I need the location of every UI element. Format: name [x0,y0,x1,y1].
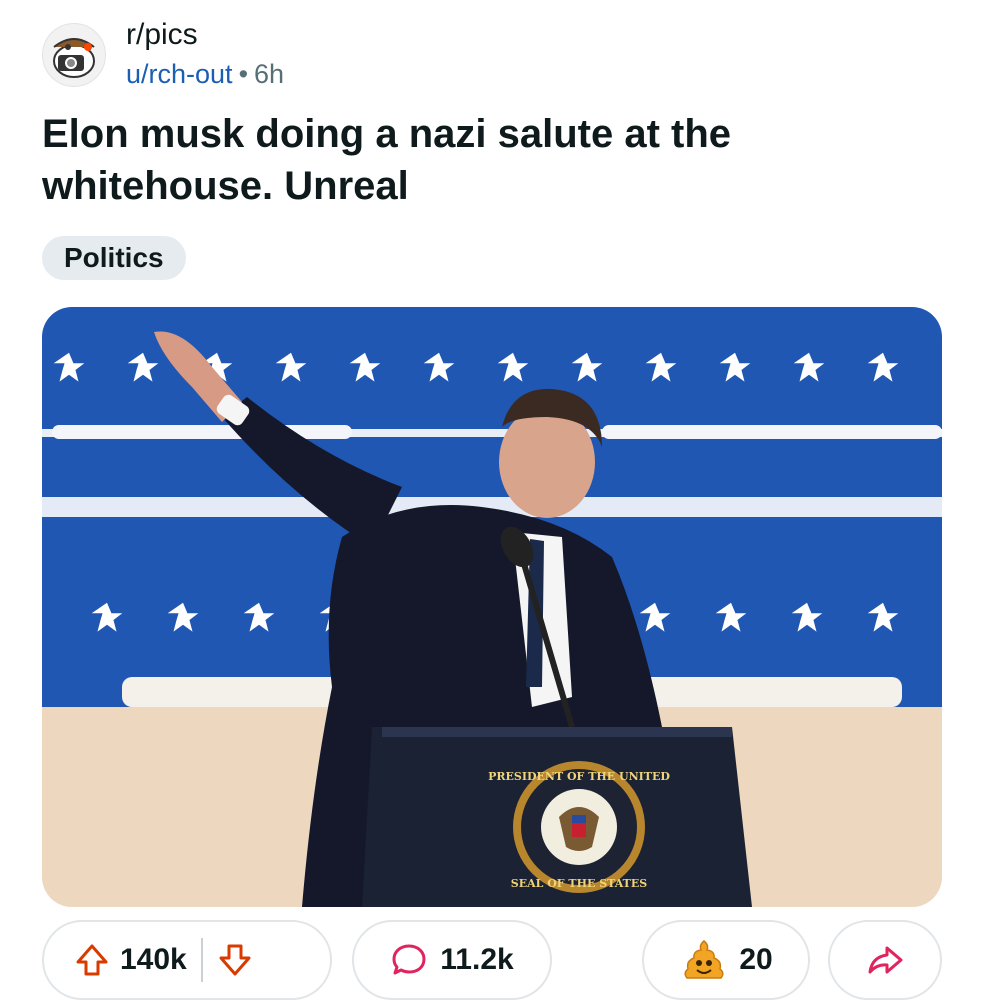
comments-button[interactable]: 11.2k [352,920,552,1000]
post-image[interactable]: PRESIDENT OF THE UNITED SEAL OF THE STAT… [42,307,942,907]
post-flair[interactable]: Politics [42,236,186,280]
author-link[interactable]: u/rch-out [126,59,233,89]
subreddit-avatar[interactable] [42,23,106,87]
upvote-arrow-icon[interactable] [74,942,110,978]
salute-photo: PRESIDENT OF THE UNITED SEAL OF THE STAT… [42,307,942,907]
award-count: 20 [739,943,773,976]
seal-text-top: PRESIDENT OF THE UNITED [488,770,670,783]
post-header: r/pics u/rch-out • 6h [42,18,284,92]
upvote-count: 140k [120,943,187,976]
seal-text-bottom: SEAL OF THE STATES [511,877,647,890]
comment-count: 11.2k [440,943,514,976]
vote-control: 140k [42,920,332,1000]
snoo-camera-icon [53,38,95,78]
meta-separator: • [238,59,249,89]
post-title[interactable]: Elon musk doing a nazi salute at the whi… [42,108,942,212]
share-arrow-icon [865,940,905,980]
downvote-arrow-icon[interactable] [217,942,253,978]
vote-divider [200,938,203,982]
poop-award-icon [679,935,729,985]
post-age: 6h [254,59,285,89]
author-line: u/rch-out • 6h [126,56,284,92]
post-action-bar: 140k 11.2k 20 [42,920,942,1000]
comment-bubble-icon [390,941,428,979]
subreddit-name[interactable]: r/pics [126,18,284,52]
share-button[interactable] [828,920,942,1000]
awards-button[interactable]: 20 [642,920,810,1000]
